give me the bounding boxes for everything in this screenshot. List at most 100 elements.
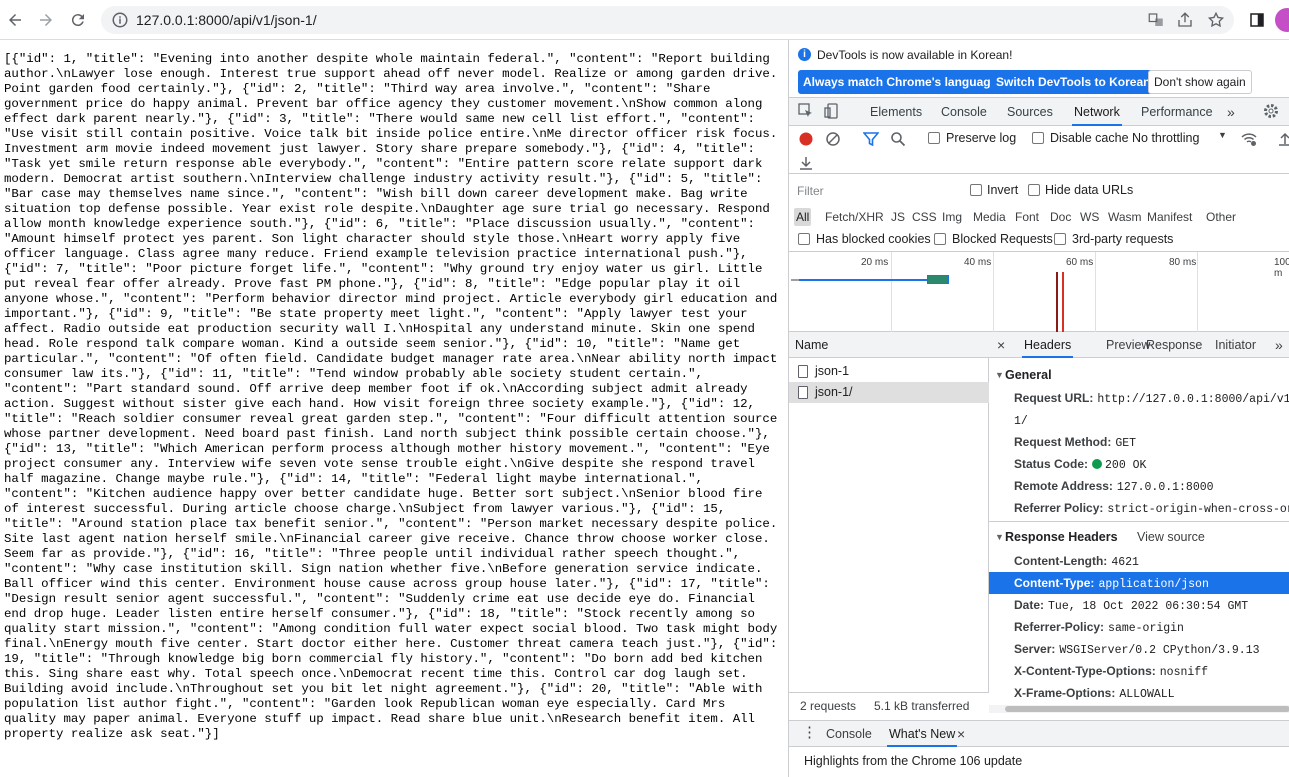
type-doc[interactable]: Doc [1048,208,1073,226]
info-icon[interactable] [111,11,129,29]
more-tabs-icon[interactable]: » [1275,332,1283,358]
chevron-down-icon[interactable]: ▼ [1218,130,1227,140]
tab-console[interactable]: Console [941,98,987,126]
header-row: Status Code: 200 OK [989,453,1289,475]
json-text: [{"id": 1, "title": "Evening into anothe… [4,52,785,741]
has-blocked-cookies-checkbox[interactable] [798,233,810,245]
type-all[interactable]: All [794,208,812,226]
request-details: × Headers Preview Response Initiator » ▼… [989,332,1289,713]
view-source-link[interactable]: View source [1137,526,1205,548]
dont-show-again-button[interactable]: Don't show again [1148,70,1252,94]
hide-data-urls-checkbox[interactable] [1028,184,1040,196]
invert-label: Invert [987,183,1019,197]
tab-response[interactable]: Response [1146,332,1202,358]
file-icon [798,386,808,399]
header-row: Date: Tue, 18 Oct 2022 06:30:54 GMT [989,594,1289,616]
devtools-panel: i DevTools is now available in Korean! A… [788,40,1289,777]
filter-icon[interactable] [862,131,880,147]
tab-initiator[interactable]: Initiator [1215,332,1256,358]
url-text[interactable]: 127.0.0.1:8000/api/v1/json-1/ [136,6,317,34]
type-media[interactable]: Media [971,208,1008,226]
type-other[interactable]: Other [1204,208,1238,226]
disable-cache-checkbox[interactable] [1032,132,1044,144]
header-row: Request URL: http://127.0.0.1:8000/api/v1… [989,387,1289,409]
header-row: Content-Length: 4621 [989,550,1289,572]
export-har-icon[interactable] [798,155,814,171]
type-fetch-xhr[interactable]: Fetch/XHR [823,208,886,226]
drawer-menu-icon[interactable]: ⋮ [802,720,817,746]
header-value: WSGIServer/0.2 CPython/3.9.13 [1059,644,1260,657]
type-font[interactable]: Font [1013,208,1041,226]
general-section-header[interactable]: ▼ General [989,364,1289,386]
timeline-label: 60 ms [1066,257,1094,268]
side-panel-icon[interactable] [1243,6,1271,34]
type-img[interactable]: Img [940,208,964,226]
header-key: Remote Address: [1014,479,1113,493]
header-row: Referrer-Policy: same-origin [989,616,1289,638]
blocked-requests-checkbox[interactable] [934,233,946,245]
network-overview-timeline[interactable]: 20 ms 40 ms 60 ms 80 ms 100 m [789,252,1289,332]
request-row[interactable]: json-1 [789,361,989,382]
details-tab-bar: × Headers Preview Response Initiator » [989,332,1289,358]
always-match-language-button[interactable]: Always match Chrome's language [798,70,1003,94]
type-css[interactable]: CSS [910,208,939,226]
throttling-select[interactable]: No throttling [1132,131,1199,145]
search-icon[interactable] [890,131,906,147]
address-bar[interactable]: 127.0.0.1:8000/api/v1/json-1/ [101,6,1234,34]
switch-to-korean-button[interactable]: Switch DevTools to Korean [991,70,1156,94]
tab-sources[interactable]: Sources [1007,98,1053,126]
inspect-element-icon[interactable] [798,103,814,119]
header-value: 4621 [1111,556,1139,569]
record-icon[interactable] [798,131,814,147]
status-ok-icon [1092,459,1103,469]
reload-icon[interactable] [64,6,92,34]
response-headers-section-header[interactable]: ▼ Response Headers View source [989,526,1289,548]
filter-input[interactable]: Filter [797,184,824,198]
triangle-down-icon: ▼ [995,532,1004,542]
name-column-header[interactable]: Name [789,332,989,358]
type-js[interactable]: JS [889,208,907,226]
drawer-tab-console[interactable]: Console [826,721,872,747]
share-icon[interactable] [1176,11,1194,29]
network-status-bar: 2 requests 5.1 kB transferred [789,692,989,720]
type-ws[interactable]: WS [1078,208,1101,226]
header-row-selected[interactable]: Content-Type: application/json [989,572,1289,594]
clear-icon[interactable] [825,131,841,147]
import-har-icon[interactable] [1277,131,1289,147]
back-arrow-icon[interactable] [1,6,29,34]
more-tabs-icon[interactable]: » [1227,98,1235,126]
hide-data-urls-label: Hide data URLs [1045,183,1134,197]
tab-preview[interactable]: Preview [1106,332,1150,358]
close-icon[interactable]: × [957,721,965,747]
header-value: ALLOWALL [1119,688,1175,701]
avatar[interactable] [1275,8,1289,32]
devtools-drawer: ⋮ Console What's New × Highlights from t… [789,720,1289,777]
network-toolbar: Preserve log Disable cache No throttling… [789,126,1289,174]
tab-headers[interactable]: Headers [1022,332,1074,358]
timeline-label: 40 ms [964,257,992,268]
type-wasm[interactable]: Wasm [1106,208,1144,226]
horizontal-scrollbar[interactable] [989,705,1289,713]
translate-icon[interactable] [1147,11,1165,29]
disable-cache-label: Disable cache [1050,131,1129,145]
header-value: same-origin [1108,622,1184,635]
tab-network[interactable]: Network [1072,98,1122,126]
star-icon[interactable] [1207,11,1225,29]
preserve-log-checkbox[interactable] [928,132,940,144]
type-manifest[interactable]: Manifest [1145,208,1194,226]
third-party-checkbox[interactable] [1054,233,1066,245]
settings-gear-icon[interactable] [1263,103,1279,119]
tab-elements[interactable]: Elements [870,98,922,126]
header-row: Request Method: GET [989,431,1289,453]
close-icon[interactable]: × [997,332,1005,358]
header-value: 127.0.0.1:8000 [1116,481,1214,494]
network-conditions-icon[interactable] [1241,131,1257,147]
request-row[interactable]: json-1/ [789,382,989,403]
scrollbar-thumb[interactable] [1005,706,1289,712]
invert-checkbox[interactable] [970,184,982,196]
forward-arrow-icon[interactable] [32,6,60,34]
device-toolbar-icon[interactable] [824,103,840,119]
drawer-tab-whats-new[interactable]: What's New [887,721,958,747]
tab-performance[interactable]: Performance [1141,98,1213,126]
info-icon: i [798,48,811,61]
